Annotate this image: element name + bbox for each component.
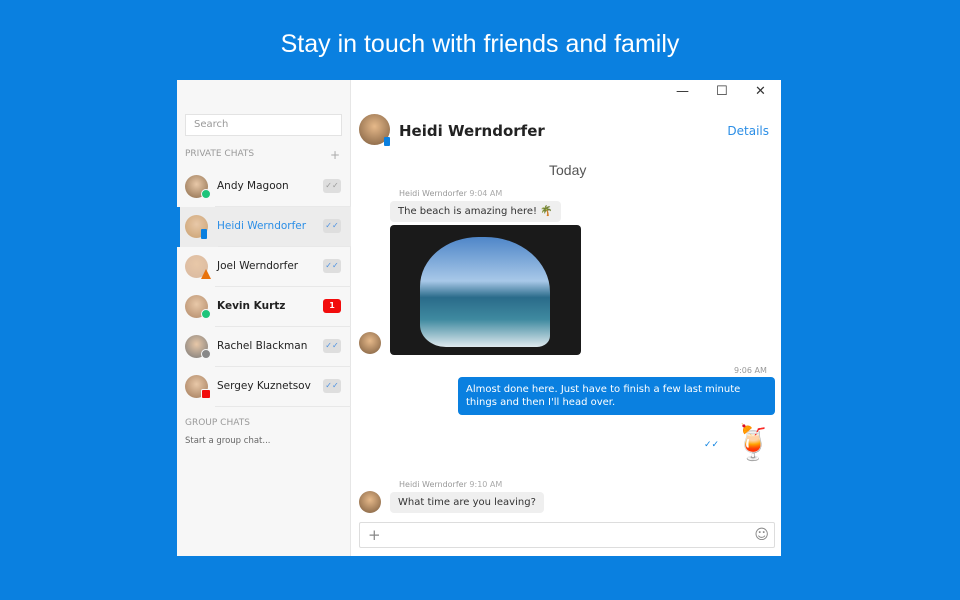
search-input[interactable]: Search (185, 114, 342, 136)
chat-title: Heidi Werndorfer (399, 122, 545, 140)
status-mobile-icon (201, 229, 207, 239)
contact-name: Heidi Werndorfer (217, 220, 307, 232)
contact-row[interactable]: Kevin Kurtz 1 (177, 287, 351, 327)
message-input[interactable]: + ☺ (359, 522, 775, 548)
divider (215, 406, 351, 407)
details-link[interactable]: Details (727, 124, 769, 138)
private-chats-label: PRIVATE CHATS (185, 149, 255, 159)
date-divider: Today (549, 162, 587, 178)
contact-row[interactable]: Andy Magoon ✓✓ (177, 167, 351, 207)
message-meta: Heidi Werndorfer 9:10 AM (399, 480, 503, 489)
emoji-icon[interactable]: ☺ (754, 527, 769, 543)
photo-attachment[interactable] (390, 225, 581, 355)
minimize-button[interactable]: — (676, 84, 689, 99)
read-receipt-icon: ✓✓ (323, 379, 341, 393)
app-window: Search PRIVATE CHATS + Andy Magoon ✓✓ He… (177, 80, 783, 556)
read-receipt-icon: ✓✓ (323, 339, 341, 353)
contact-row[interactable]: Rachel Blackman ✓✓ (177, 327, 351, 367)
cocktail-sticker: 🍹 (732, 423, 775, 463)
close-button[interactable]: ✕ (755, 84, 766, 99)
maximize-button[interactable]: ☐ (716, 84, 728, 99)
contact-name: Kevin Kurtz (217, 300, 286, 312)
message-meta: Heidi Werndorfer 9:04 AM (399, 189, 503, 198)
start-group-chat-link[interactable]: Start a group chat... (185, 436, 270, 446)
sidebar: Search PRIVATE CHATS + Andy Magoon ✓✓ He… (177, 80, 351, 556)
read-receipt-icon: ✓✓ (323, 219, 341, 233)
message-time: 9:06 AM (734, 366, 767, 375)
read-receipt-icon: ✓✓ (323, 179, 341, 193)
status-offline-icon (201, 349, 211, 359)
message-bubble: The beach is amazing here! 🌴 (390, 201, 561, 222)
status-busy-icon (201, 389, 211, 399)
contact-row[interactable]: Heidi Werndorfer ✓✓ (177, 207, 351, 247)
add-attachment-button[interactable]: + (368, 526, 381, 544)
mobile-status-icon (384, 137, 390, 146)
headline: Stay in touch with friends and family (280, 30, 680, 58)
unread-badge: 1 (323, 299, 341, 313)
read-receipt-icon: ✓✓ (323, 259, 341, 273)
contact-row[interactable]: Sergey Kuznetsov ✓✓ (177, 367, 351, 407)
add-chat-button[interactable]: + (330, 148, 340, 162)
sender-avatar (359, 491, 381, 513)
status-online-icon (201, 189, 211, 199)
group-chats-label: GROUP CHATS (185, 418, 250, 428)
read-receipt-icon: ✓✓ (704, 440, 720, 450)
contact-row[interactable]: Joel Werndorfer ✓✓ (177, 247, 351, 287)
outgoing-message-bubble: Almost done here. Just have to finish a … (458, 377, 775, 415)
status-online-icon (201, 309, 211, 319)
contact-name: Andy Magoon (217, 180, 289, 192)
contact-name: Joel Werndorfer (217, 260, 299, 272)
contact-name: Rachel Blackman (217, 340, 308, 352)
sender-avatar (359, 332, 381, 354)
message-bubble: What time are you leaving? (390, 492, 544, 513)
contact-name: Sergey Kuznetsov (217, 380, 311, 392)
